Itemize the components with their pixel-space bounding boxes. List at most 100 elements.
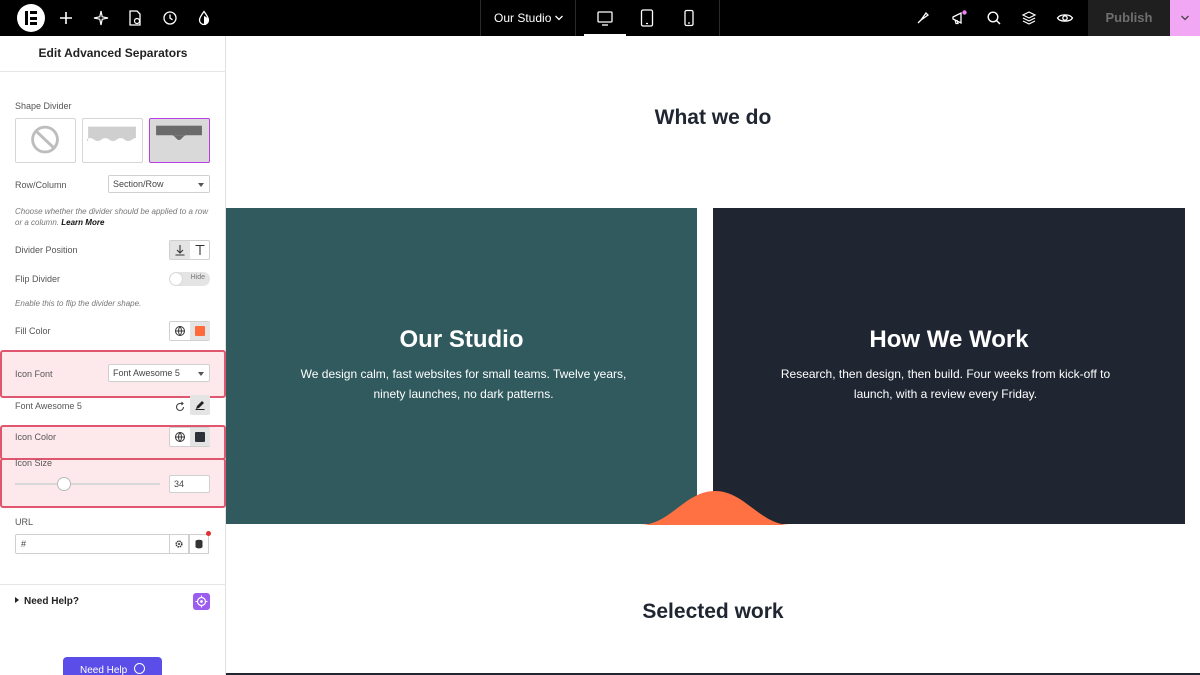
publish-button[interactable]: Publish (1088, 0, 1170, 36)
icon-font-label: Icon Font (15, 369, 53, 379)
icon-font-select[interactable]: Font Awesome 5 (108, 364, 210, 382)
divider-position-top-button[interactable] (190, 241, 210, 259)
add-icon[interactable] (57, 9, 75, 27)
card-our-studio[interactable]: Our Studio We design calm, fast websites… (226, 208, 697, 524)
toggle-state-label: Hide (190, 274, 205, 281)
flip-divider-label: Flip Divider (15, 274, 61, 284)
theme-style-icon[interactable] (195, 9, 213, 27)
shape-option-mountain-block[interactable] (149, 118, 210, 163)
link-options-button[interactable] (169, 534, 189, 554)
gear-icon (175, 540, 183, 548)
editor-panel: Edit Advanced Separators Shape Divider R… (0, 36, 226, 675)
icon-size-slider-handle[interactable] (57, 477, 71, 491)
card-text: Research, then design, then build. Four … (780, 367, 1111, 401)
section-heading[interactable]: What we do (226, 106, 1200, 130)
tablet-icon (640, 9, 654, 27)
caret-right-icon (15, 597, 19, 603)
icon-color-label: Icon Color (15, 432, 57, 442)
page-settings-icon[interactable] (126, 9, 144, 27)
caret-down-icon (198, 372, 204, 376)
card-how-we-work[interactable]: How We Work Research, then design, then … (713, 208, 1185, 524)
flip-divider-hint: Enable this to flip the divider shape. (15, 299, 142, 308)
desktop-view-button[interactable] (584, 0, 626, 36)
pencil-icon (195, 401, 205, 410)
fill-color-control (169, 321, 210, 341)
row-column-select[interactable]: Section/Row (108, 175, 210, 193)
ban-icon (31, 125, 59, 154)
mountain-block-shape-icon (156, 125, 202, 141)
device-switcher (576, 0, 720, 36)
need-help-button[interactable]: Need Help (63, 657, 162, 675)
shape-option-waves[interactable] (82, 118, 143, 163)
waves-shape-icon (86, 126, 136, 141)
panel-title: Edit Advanced Separators (0, 36, 226, 72)
global-colors-button[interactable] (170, 428, 190, 446)
dynamic-tags-button[interactable] (189, 531, 211, 554)
card-title: Our Studio (399, 326, 524, 353)
icon-font-value: Font Awesome 5 (113, 368, 180, 378)
align-bottom-icon (175, 245, 185, 256)
canvas-preview: What we do Our Studio We design calm, fa… (226, 36, 1200, 675)
shape-option-none[interactable] (15, 118, 76, 163)
desktop-icon (597, 11, 613, 26)
fill-color-label: Fill Color (15, 326, 51, 336)
divider-position-group (169, 240, 210, 260)
mobile-view-button[interactable] (668, 0, 710, 36)
align-top-icon (195, 244, 205, 255)
tablet-view-button[interactable] (626, 0, 668, 36)
icon-size-slider-track[interactable] (15, 483, 160, 485)
top-bar: Our Studio Publish (0, 0, 1200, 36)
fill-color-swatch[interactable] (190, 322, 210, 340)
need-help-button-label: Need Help (79, 665, 128, 675)
row-column-hint: Choose whether the divider should be app… (15, 206, 211, 228)
url-label: URL (15, 517, 34, 527)
mobile-icon (684, 9, 694, 27)
document-title-dropdown[interactable]: Our Studio (480, 0, 576, 36)
reset-icon[interactable] (174, 400, 186, 412)
divider-position-bottom-button[interactable] (170, 241, 190, 259)
whats-new-icon[interactable] (950, 9, 968, 27)
icon-size-label: Icon Size (15, 458, 53, 468)
row-column-hint-text: Choose whether the divider should be app… (15, 207, 209, 227)
globe-icon (175, 432, 185, 442)
need-help-label: Need Help? (24, 596, 80, 607)
caret-down-icon (198, 183, 204, 187)
row-column-label: Row/Column (15, 180, 67, 190)
flip-divider-toggle[interactable]: Hide (169, 272, 210, 286)
shape-divider-label: Shape Divider (15, 101, 72, 111)
fill-color-chip (195, 326, 205, 336)
ai-assistant-icon[interactable] (193, 593, 210, 610)
help-circle-icon (134, 663, 146, 674)
global-colors-button[interactable] (170, 322, 190, 340)
publish-options-button[interactable] (1170, 0, 1200, 36)
structure-icon[interactable] (1020, 9, 1038, 27)
history-icon[interactable] (161, 9, 179, 27)
notification-dot (206, 531, 211, 536)
card-title: How We Work (869, 326, 1029, 353)
globe-icon (175, 326, 185, 336)
document-title: Our Studio (494, 11, 552, 25)
url-input[interactable]: # (15, 534, 170, 554)
icon-color-chip (195, 432, 205, 442)
selected-work-heading[interactable]: Selected work (226, 600, 1200, 624)
learn-more-link[interactable]: Learn More (61, 218, 104, 227)
elementor-logo-icon[interactable] (17, 4, 45, 32)
divider-position-label: Divider Position (15, 245, 78, 255)
toggle-knob (170, 273, 182, 285)
ai-sparkle-icon[interactable] (92, 9, 110, 27)
icon-color-swatch[interactable] (190, 428, 210, 446)
shape-divider-mountain (640, 491, 790, 525)
finder-icon[interactable] (914, 9, 932, 27)
row-column-value: Section/Row (113, 179, 164, 189)
panel-divider (0, 584, 226, 585)
search-icon[interactable] (985, 9, 1003, 27)
icon-size-input[interactable]: 34 (169, 475, 210, 493)
card-text: We design calm, fast websites for small … (300, 367, 627, 401)
database-icon (195, 539, 203, 549)
edit-icon-button[interactable] (190, 395, 210, 415)
preview-icon[interactable] (1056, 9, 1074, 27)
need-help-toggle[interactable]: Need Help? (15, 596, 79, 607)
font-awesome-label: Font Awesome 5 (15, 401, 82, 411)
chevron-down-icon (1181, 15, 1189, 21)
chevron-down-icon (555, 15, 563, 21)
